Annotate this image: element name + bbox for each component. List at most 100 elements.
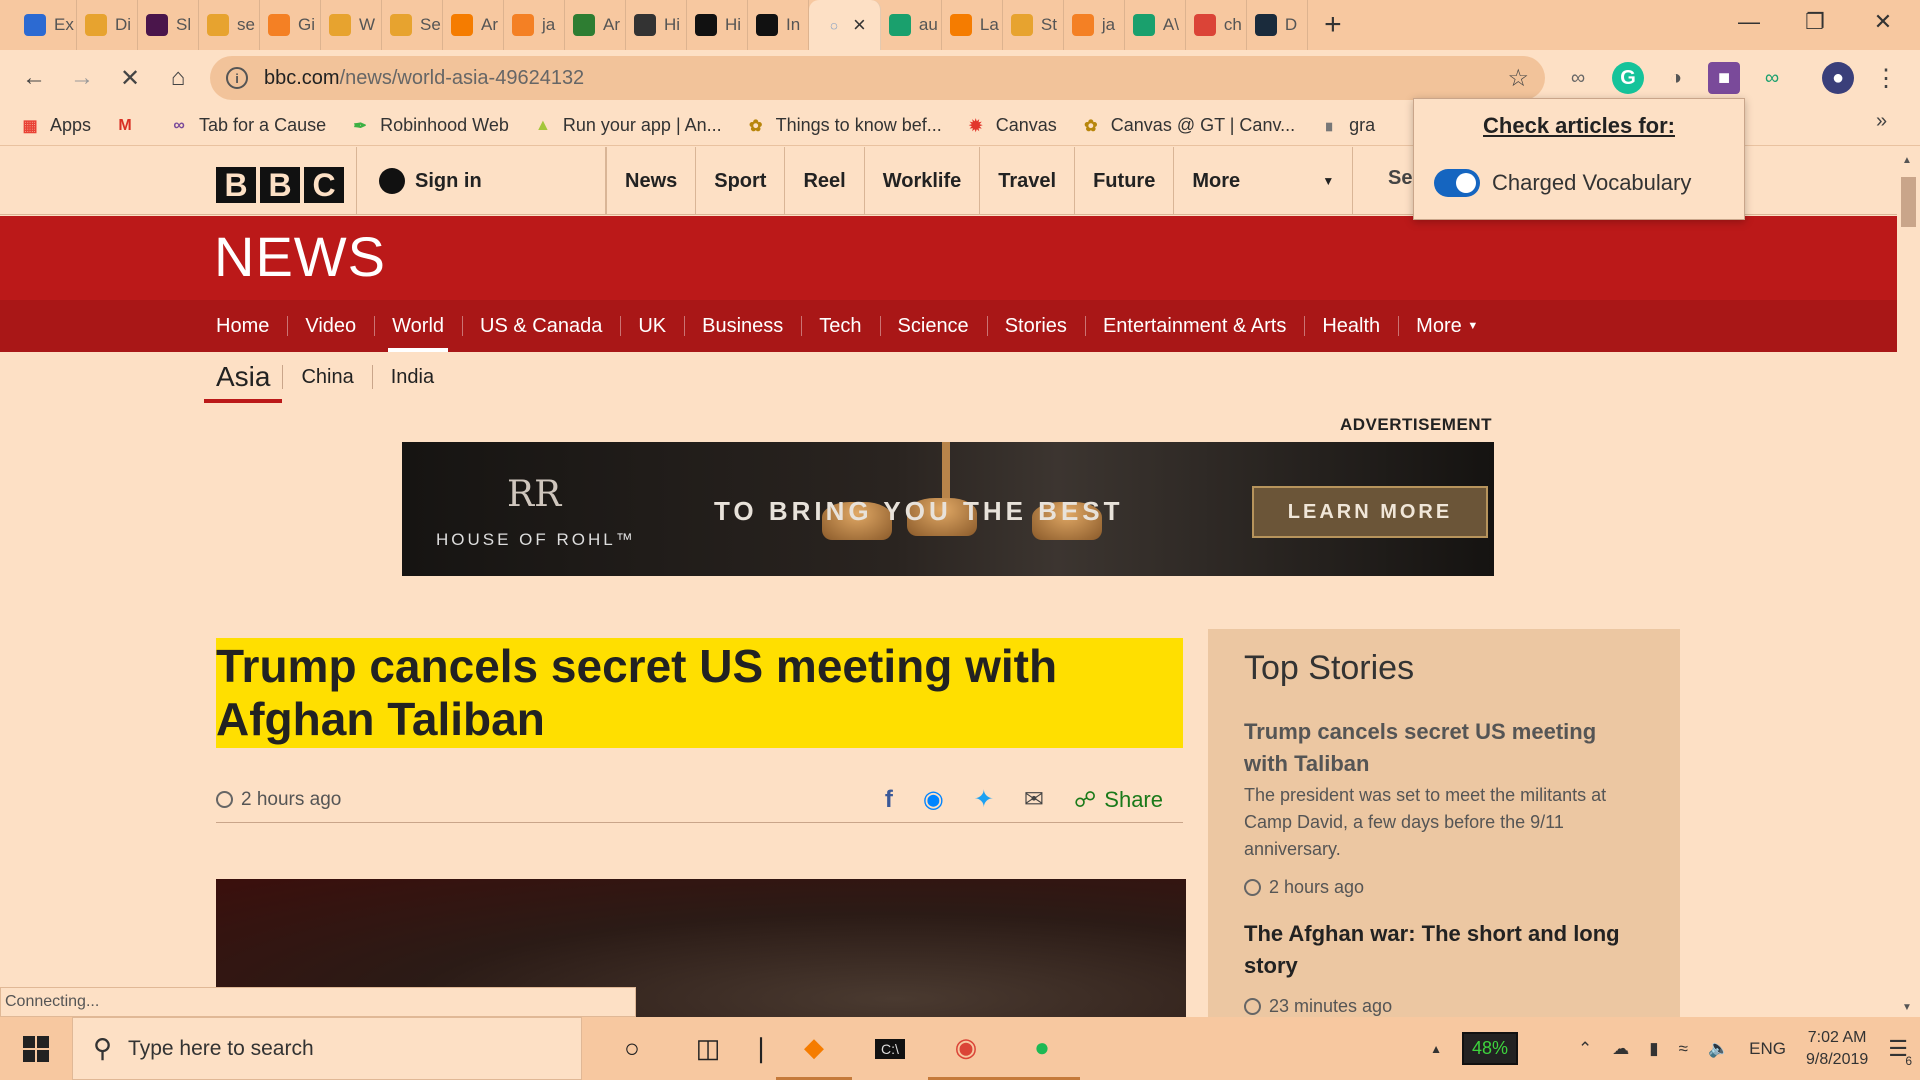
bookmark-item[interactable]: ▦ Apps <box>20 115 91 136</box>
battery-meter[interactable]: 48% <box>1461 1032 1519 1065</box>
browser-tab[interactable]: Hi <box>626 0 687 50</box>
twitter-icon[interactable]: ✦ <box>974 785 994 814</box>
forward-button[interactable]: → <box>60 56 104 100</box>
profile-avatar[interactable]: ● <box>1822 62 1854 94</box>
notifications-icon[interactable]: ☰ 6 <box>1888 1036 1912 1068</box>
advertisement-banner[interactable]: RR HOUSE OF ROHL™ TO BRING YOU THE BEST … <box>402 442 1494 576</box>
browser-tab[interactable]: D <box>1247 0 1308 50</box>
spotify-app-icon[interactable]: ● <box>1004 1017 1080 1080</box>
language-indicator[interactable]: ENG <box>1749 1039 1786 1059</box>
browser-tab[interactable]: Ex <box>16 0 77 50</box>
browser-tab[interactable]: W <box>321 0 382 50</box>
browser-tab[interactable]: Ar <box>565 0 626 50</box>
taskbar-search-box[interactable]: ⚲ Type here to search <box>72 1017 582 1080</box>
browser-tab[interactable]: A\ <box>1125 0 1186 50</box>
section-world[interactable]: World <box>374 300 462 352</box>
section-entertainment-arts[interactable]: Entertainment & Arts <box>1084 300 1304 352</box>
volume-icon[interactable]: 🔈 <box>1708 1039 1729 1059</box>
tfac-extension-icon[interactable]: ∞ <box>1562 62 1594 94</box>
bookmark-item[interactable]: M <box>115 116 145 136</box>
browser-tab[interactable]: Ar <box>443 0 504 50</box>
stop-icon[interactable]: ✕ <box>108 56 152 100</box>
minimize-button[interactable]: — <box>1714 0 1784 44</box>
terminal-app-icon[interactable]: C:\ <box>852 1017 928 1080</box>
task-view-icon[interactable]: ◫ <box>670 1017 746 1080</box>
browser-tab[interactable]: Di <box>77 0 138 50</box>
nav-travel[interactable]: Travel <box>979 147 1074 215</box>
new-tab-button[interactable]: + <box>1308 8 1358 42</box>
subnav-india[interactable]: India <box>373 366 452 389</box>
restore-button[interactable]: ❐ <box>1780 0 1850 44</box>
loop-extension-icon[interactable]: ∞ <box>1756 62 1788 94</box>
news-wordmark[interactable]: NEWS <box>214 224 386 289</box>
browser-tab[interactable]: au <box>881 0 942 50</box>
grammarly-icon[interactable]: G <box>1612 62 1644 94</box>
section-science[interactable]: Science <box>879 300 987 352</box>
close-window-button[interactable]: ✕ <box>1848 0 1918 44</box>
messenger-icon[interactable]: ◉ <box>923 785 944 814</box>
wifi-icon[interactable]: ≈ <box>1679 1039 1688 1059</box>
top-story-1-link[interactable]: Trump cancels secret US meeting with Tal… <box>1244 716 1644 780</box>
nav-reel[interactable]: Reel <box>784 147 863 215</box>
bookmarks-overflow-icon[interactable]: » <box>1876 110 1887 133</box>
bookmark-item[interactable]: ✿ Canvas @ GT | Canv... <box>1081 115 1295 136</box>
share-button[interactable]: ☍ Share <box>1074 787 1163 813</box>
section-stories[interactable]: Stories <box>986 300 1085 352</box>
bookmark-item[interactable]: ∎ gra <box>1319 115 1375 136</box>
section-home[interactable]: Home <box>198 300 287 352</box>
browser-tab[interactable]: Sl <box>138 0 199 50</box>
browser-tab[interactable]: Gi <box>260 0 321 50</box>
browser-tab[interactable]: ch <box>1186 0 1247 50</box>
section-health[interactable]: Health <box>1304 300 1398 352</box>
show-hidden-icons-icon[interactable]: ⌃ <box>1578 1039 1592 1059</box>
browser-tab[interactable]: se <box>199 0 260 50</box>
home-icon[interactable]: ⌂ <box>156 56 200 100</box>
bookmark-item[interactable]: ✿ Things to know bef... <box>746 115 942 136</box>
nav-future[interactable]: Future <box>1074 147 1173 215</box>
bookmark-item[interactable]: ✹ Canvas <box>966 115 1057 136</box>
subnav-china[interactable]: China <box>283 366 371 389</box>
browser-tab[interactable]: ja <box>1064 0 1125 50</box>
sign-in-link[interactable]: Sign in <box>356 147 606 215</box>
charged-vocab-extension-icon[interactable]: ■ <box>1708 62 1740 94</box>
menu-dots-icon[interactable]: ⋮ <box>1870 62 1902 94</box>
nav-news[interactable]: News <box>606 147 695 215</box>
info-icon[interactable]: i <box>226 67 248 89</box>
browser-tab[interactable]: Se <box>382 0 443 50</box>
scroll-down-icon[interactable]: ▼ <box>1902 1002 1912 1013</box>
cortana-icon[interactable]: ○ <box>594 1017 670 1080</box>
active-browser-tab[interactable]: ◌ × <box>809 0 881 50</box>
start-button[interactable] <box>0 1017 72 1080</box>
back-button[interactable]: ← <box>12 56 56 100</box>
clock[interactable]: 7:02 AM 9/8/2019 <box>1806 1027 1868 1071</box>
subnav-asia[interactable]: Asia <box>204 361 283 403</box>
onedrive-icon[interactable]: ☁ <box>1612 1039 1629 1059</box>
browser-tab[interactable]: St <box>1003 0 1064 50</box>
bookmark-item[interactable]: ∞ Tab for a Cause <box>169 115 326 136</box>
ad-learn-more-button[interactable]: LEARN MORE <box>1252 486 1488 538</box>
chrome-app-icon[interactable]: ◉ <box>928 1017 1004 1080</box>
section-video[interactable]: Video <box>287 300 374 352</box>
section-tech[interactable]: Tech <box>801 300 879 352</box>
top-story-2-link[interactable]: The Afghan war: The short and long story <box>1244 918 1644 982</box>
close-tab-icon[interactable]: × <box>853 12 866 38</box>
browser-tab[interactable]: La <box>942 0 1003 50</box>
bookmark-item[interactable]: ✒ Robinhood Web <box>350 115 508 136</box>
section-us-canada[interactable]: US & Canada <box>462 300 620 352</box>
circle-extension-icon[interactable]: ◑ <box>1660 62 1692 94</box>
scrollbar-thumb[interactable] <box>1901 177 1916 227</box>
bookmark-star-icon[interactable]: ☆ <box>1507 64 1529 93</box>
browser-tab[interactable]: ja <box>504 0 565 50</box>
browser-tab[interactable]: Hi <box>687 0 748 50</box>
facebook-icon[interactable]: f <box>885 786 893 814</box>
address-bar[interactable]: i bbc.com/news/world-asia-49624132 ☆ <box>210 56 1545 100</box>
section-more[interactable]: More ▼ <box>1398 300 1496 352</box>
scroll-up-icon[interactable]: ▲ <box>1902 155 1912 166</box>
tray-scroll-icon[interactable]: ▲ <box>1430 1042 1442 1056</box>
bookmark-item[interactable]: ▲ Run your app | An... <box>533 115 722 136</box>
browser-tab[interactable]: In <box>748 0 809 50</box>
nav-worklife[interactable]: Worklife <box>863 147 980 215</box>
battery-icon[interactable]: ▮ <box>1649 1039 1658 1059</box>
page-scrollbar[interactable]: ▲ ▼ <box>1897 147 1920 1017</box>
charged-vocabulary-toggle[interactable] <box>1434 169 1480 197</box>
